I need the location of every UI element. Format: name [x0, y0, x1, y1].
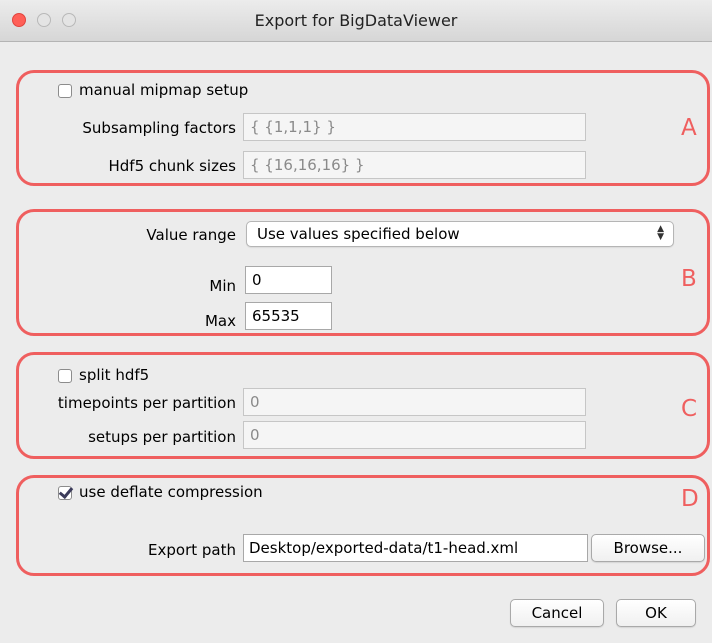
- manual-mipmap-checkbox[interactable]: [58, 84, 72, 98]
- min-field[interactable]: 0: [245, 266, 332, 294]
- section-d-tag: D: [681, 486, 699, 512]
- value-range-select[interactable]: Use values specified below ▲ ▼: [246, 221, 674, 247]
- title-bar: Export for BigDataViewer: [0, 0, 712, 42]
- timepoints-field[interactable]: 0: [243, 388, 586, 416]
- subsampling-field[interactable]: { {1,1,1} }: [243, 113, 586, 141]
- export-path-field[interactable]: Desktop/exported-data/t1-head.xml: [243, 534, 588, 562]
- cancel-button[interactable]: Cancel: [510, 599, 604, 627]
- max-label: Max: [204, 312, 236, 330]
- deflate-checkbox[interactable]: [58, 486, 72, 500]
- split-hdf5-label: split hdf5: [79, 366, 150, 384]
- deflate-label: use deflate compression: [79, 483, 263, 501]
- chunk-sizes-field[interactable]: { {16,16,16} }: [243, 151, 586, 179]
- min-label: Min: [209, 277, 236, 295]
- window-title: Export for BigDataViewer: [254, 11, 458, 30]
- value-range-selected: Use values specified below: [257, 225, 460, 243]
- ok-button[interactable]: OK: [616, 599, 696, 627]
- manual-mipmap-label: manual mipmap setup: [79, 81, 249, 99]
- value-range-label: Value range: [146, 226, 236, 244]
- select-arrows-icon: ▲ ▼: [657, 224, 664, 242]
- section-b-tag: B: [681, 266, 697, 292]
- max-field[interactable]: 65535: [245, 302, 332, 330]
- section-a-tag: A: [681, 115, 697, 141]
- subsampling-label: Subsampling factors: [82, 119, 236, 137]
- split-hdf5-checkbox[interactable]: [58, 369, 72, 383]
- browse-button[interactable]: Browse...: [591, 534, 705, 562]
- section-c-tag: C: [681, 396, 698, 422]
- chunk-sizes-label: Hdf5 chunk sizes: [108, 157, 236, 175]
- export-path-label: Export path: [148, 541, 236, 559]
- setups-label: setups per partition: [88, 428, 236, 446]
- timepoints-label: timepoints per partition: [57, 394, 236, 412]
- setups-field[interactable]: 0: [243, 421, 586, 449]
